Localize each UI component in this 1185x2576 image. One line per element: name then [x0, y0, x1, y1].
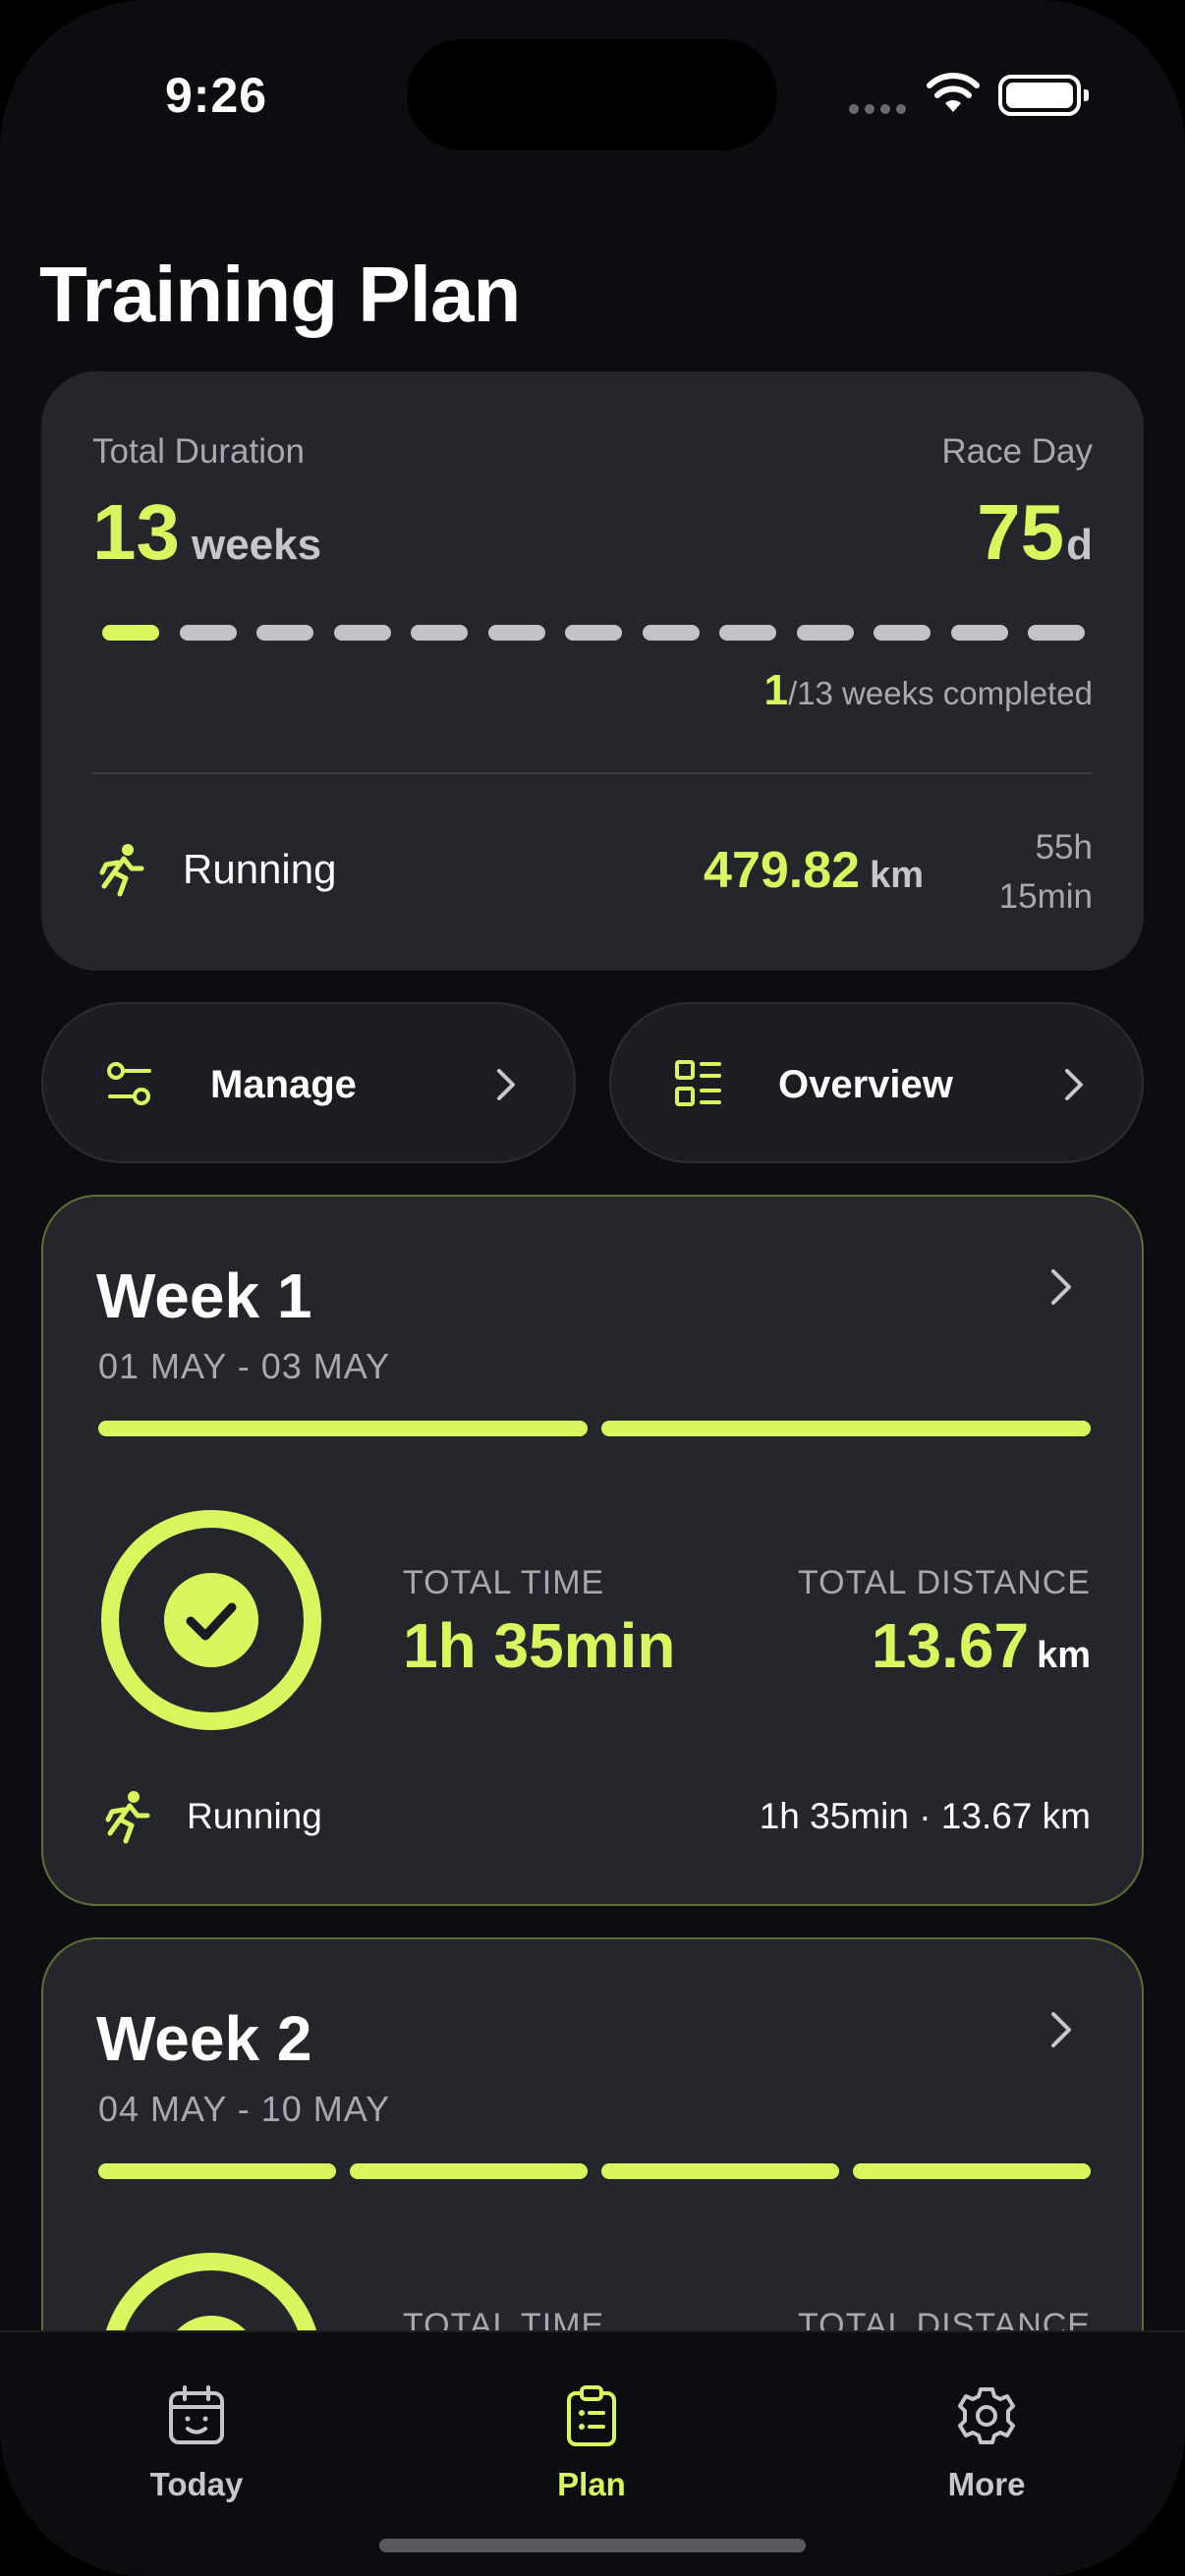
- page-title: Training Plan: [39, 251, 521, 338]
- sport-name: Running: [183, 846, 337, 892]
- sport-name: Running: [187, 1796, 322, 1836]
- duration-unit: weeks: [191, 521, 322, 569]
- battery-icon: [998, 75, 1089, 116]
- manage-button[interactable]: Manage: [41, 1002, 576, 1163]
- total-distance: 479.82 km: [704, 841, 924, 900]
- list-grid-icon: [675, 1060, 721, 1106]
- week-progress-dash: [179, 625, 237, 641]
- week-progress-dash: [950, 625, 1008, 641]
- week-progress-segments: [98, 1421, 1091, 1436]
- total-duration-value: 13 weeks: [92, 487, 321, 578]
- wifi-icon: [927, 73, 980, 112]
- completed-check-ring-icon: [101, 1510, 321, 1730]
- calendar-smile-icon: [169, 2385, 224, 2444]
- duration-number: 13: [92, 488, 180, 576]
- manage-label: Manage: [210, 1063, 357, 1106]
- week-progress-dash: [874, 625, 931, 641]
- week-card-1[interactable]: Week 1 01 MAY - 03 MAY TOTAL TIME 1h 35m…: [41, 1195, 1144, 1906]
- week-progress-dash: [565, 625, 622, 641]
- app-screen: 9:26 Training Plan Total Duration Race D…: [0, 0, 1185, 2576]
- tab-label: Today: [149, 2466, 244, 2502]
- race-day-number: 75: [977, 488, 1065, 576]
- day-progress-segment: [853, 2163, 1091, 2179]
- day-progress-segment: [350, 2163, 588, 2179]
- week-progress-dash: [487, 625, 545, 641]
- week-progress-dash: [796, 625, 854, 641]
- dynamic-island: [407, 39, 777, 150]
- running-icon: [105, 1791, 150, 1844]
- overview-button[interactable]: Overview: [609, 1002, 1144, 1163]
- running-icon: [99, 844, 144, 897]
- clipboard-icon: [567, 2385, 616, 2446]
- week-progress-dash: [102, 625, 159, 641]
- week-progress-dash: [719, 625, 776, 641]
- distance-number: 13.67: [871, 1610, 1030, 1681]
- weeks-progress-bar: [102, 625, 1085, 641]
- chevron-right-icon: [1051, 2012, 1071, 2047]
- total-time: 55h 15min: [999, 823, 1093, 922]
- race-day-countdown: 75 d: [977, 487, 1093, 578]
- tab-today[interactable]: Today: [98, 2383, 295, 2503]
- overview-label: Overview: [778, 1063, 953, 1106]
- week-title: Week 2: [96, 2003, 312, 2074]
- total-time-minutes: 15min: [998, 877, 1093, 916]
- day-progress-segment: [601, 2163, 839, 2179]
- race-day-unit: d: [1066, 521, 1093, 569]
- divider: [92, 772, 1093, 774]
- day-progress-segment: [98, 1421, 588, 1436]
- distance-number: 479.82: [704, 842, 861, 899]
- week-dates: 04 MAY - 10 MAY: [98, 2089, 391, 2129]
- chevron-right-icon: [1051, 1269, 1071, 1305]
- weeks-completed-text: 1/13 weeks completed: [764, 666, 1094, 715]
- tab-label: Plan: [557, 2466, 626, 2502]
- race-day-label: Race Day: [941, 432, 1093, 471]
- plan-summary-card: Total Duration Race Day 13 weeks 75 d 1/…: [41, 371, 1144, 971]
- total-duration-label: Total Duration: [92, 432, 305, 471]
- sliders-icon: [107, 1062, 151, 1105]
- week-progress-dash: [411, 625, 468, 641]
- total-distance-value: 13.67 km: [872, 1609, 1091, 1682]
- day-progress-segment: [601, 1421, 1091, 1436]
- status-time: 9:26: [165, 68, 268, 123]
- gear-icon: [958, 2387, 1015, 2444]
- distance-unit: km: [1037, 1635, 1091, 1676]
- week-title: Week 1: [96, 1260, 312, 1331]
- day-progress-segment: [98, 2163, 336, 2179]
- total-time-label: TOTAL TIME: [403, 1564, 605, 1601]
- tab-more[interactable]: More: [888, 2383, 1085, 2503]
- tab-plan[interactable]: Plan: [493, 2383, 690, 2503]
- sport-summary: 1h 35min · 13.67 km: [759, 1796, 1091, 1836]
- chevron-right-icon: [497, 1069, 515, 1100]
- distance-unit: km: [870, 855, 924, 896]
- week-dates: 01 MAY - 03 MAY: [98, 1346, 391, 1386]
- total-time-value: 1h 35min: [403, 1610, 676, 1681]
- chevron-right-icon: [1065, 1069, 1083, 1100]
- cellular-signal-icon: [849, 104, 906, 114]
- week-progress-dash: [333, 625, 391, 641]
- week-progress-dash: [642, 625, 700, 641]
- weeks-completed-suffix: /13 weeks completed: [787, 675, 1093, 711]
- tab-label: More: [947, 2466, 1026, 2502]
- week-progress-dash: [1028, 625, 1085, 641]
- weeks-completed-count: 1: [763, 666, 788, 714]
- week-progress-segments: [98, 2163, 1091, 2179]
- week-progress-dash: [256, 625, 313, 641]
- total-distance-label: TOTAL DISTANCE: [797, 1564, 1091, 1601]
- home-indicator[interactable]: [379, 2539, 806, 2552]
- total-time-hours: 55h: [1035, 828, 1093, 867]
